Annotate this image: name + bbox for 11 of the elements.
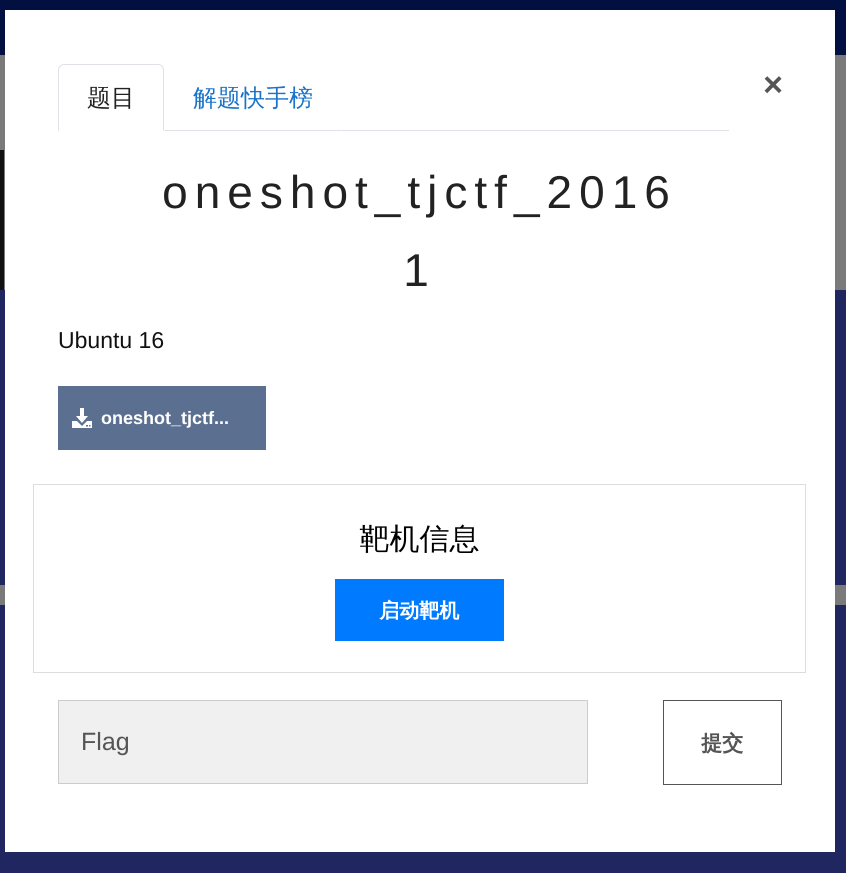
challenge-description: Ubuntu 16 bbox=[58, 327, 166, 354]
submit-button[interactable]: 提交 bbox=[663, 700, 782, 785]
panel-heading: 靶机信息 bbox=[360, 521, 480, 559]
tab[interactable]: 题目 bbox=[58, 64, 164, 131]
close-button[interactable]: × bbox=[763, 65, 783, 105]
tab[interactable]: 解题快手榜 bbox=[164, 64, 342, 131]
flag-input[interactable]: Flag bbox=[58, 700, 588, 784]
challenge-title: oneshot_tjctf_20161 bbox=[161, 165, 678, 298]
download-icon bbox=[71, 407, 93, 429]
start-button[interactable]: 启动靶机 bbox=[335, 579, 504, 641]
download-button[interactable]: oneshot_tjctf... bbox=[58, 386, 266, 450]
